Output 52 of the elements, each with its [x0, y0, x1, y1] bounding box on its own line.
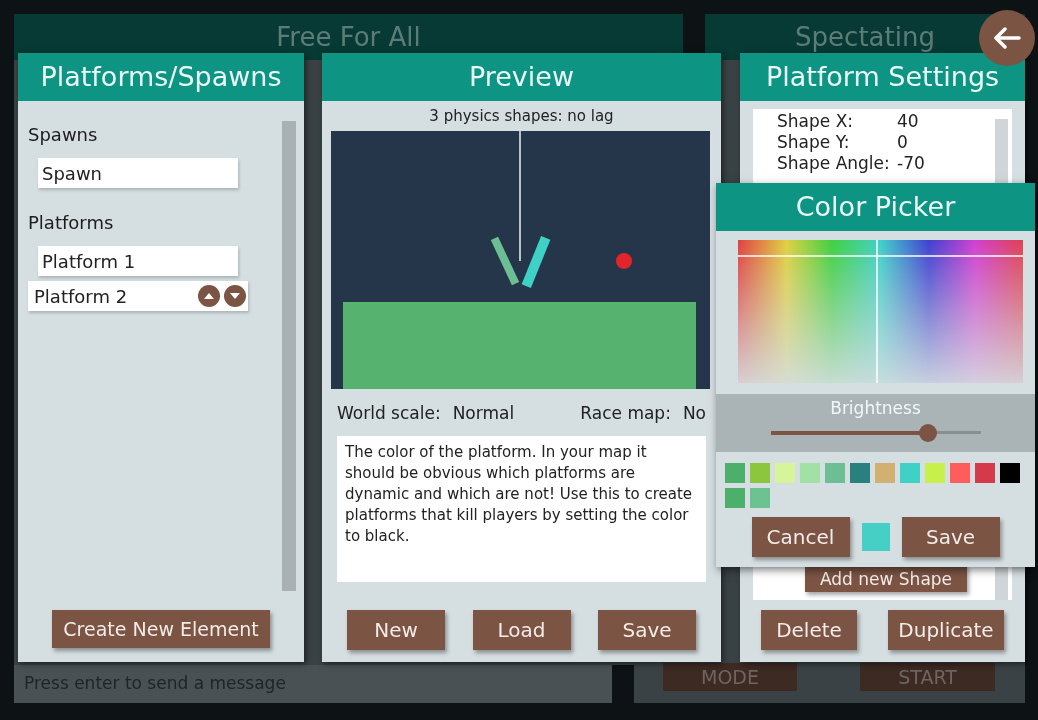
color-swatch[interactable] [775, 463, 795, 483]
world-scale-label: World scale: [337, 401, 441, 425]
panel-header: Platforms/Spawns [18, 53, 304, 101]
scrollbar[interactable] [282, 121, 296, 591]
color-swatch[interactable] [825, 463, 845, 483]
brightness-label: Brightness [830, 397, 921, 420]
color-swatch[interactable] [875, 463, 895, 483]
create-element-button[interactable]: Create New Element [52, 610, 270, 648]
move-up-icon[interactable] [198, 285, 220, 307]
cancel-button[interactable]: Cancel [751, 517, 850, 557]
color-swatch[interactable] [1000, 463, 1020, 483]
shape-action-button[interactable]: Delete [761, 610, 857, 650]
property-label: Shape Angle: [777, 153, 891, 174]
property-label: Shape X: [777, 111, 854, 132]
property-label: Shape Y: [777, 132, 851, 153]
color-swatch[interactable] [975, 463, 995, 483]
color-swatch[interactable] [750, 463, 770, 483]
world-scale-value[interactable]: Normal [452, 400, 515, 426]
color-swatch[interactable] [850, 463, 870, 483]
move-down-icon[interactable] [224, 285, 246, 307]
property-value[interactable]: 40 [897, 111, 919, 132]
back-arrow-icon [993, 27, 1021, 49]
element-item[interactable]: Platform 2 [28, 281, 248, 311]
brightness-slider[interactable] [770, 423, 981, 442]
section-label: Spawns [28, 123, 99, 147]
panel-header: Color Picker [716, 183, 1035, 231]
shape-action-button[interactable]: Duplicate [888, 610, 1004, 650]
description-box: The color of the platform. In your map it should be obvious which platforms are dynamic and which are not! Use this to create platforms that kill players by setting the color to black. [337, 436, 706, 582]
color-swatch[interactable] [725, 463, 745, 483]
panel-header: Platform Settings [740, 53, 1025, 101]
physics-status: 3 physics shapes: no lag [428, 106, 615, 127]
race-map-value[interactable]: No [682, 400, 706, 426]
map-action-button[interactable]: New [347, 610, 445, 650]
color-swatch[interactable] [925, 463, 945, 483]
panel-header: Preview [322, 53, 721, 101]
back-button[interactable] [979, 10, 1035, 66]
color-spectrum[interactable] [738, 240, 1023, 383]
slider-thumb[interactable] [919, 423, 937, 442]
map-action-button[interactable]: Save [598, 610, 696, 650]
property-value[interactable]: -70 [897, 153, 925, 174]
color-swatch[interactable] [750, 488, 770, 508]
color-swatch[interactable] [725, 488, 745, 508]
color-swatch[interactable] [950, 463, 970, 483]
section-label: Platforms [28, 211, 115, 235]
map-action-button[interactable]: Load [472, 610, 571, 650]
element-item[interactable]: Spawn [38, 158, 238, 188]
race-map-label: Race map: [580, 401, 671, 425]
save-button[interactable]: Save [901, 517, 1000, 557]
element-item[interactable]: Platform 1 [38, 246, 238, 276]
property-value[interactable]: 0 [897, 132, 908, 153]
color-swatch[interactable] [800, 463, 820, 483]
color-swatch[interactable] [900, 463, 920, 483]
